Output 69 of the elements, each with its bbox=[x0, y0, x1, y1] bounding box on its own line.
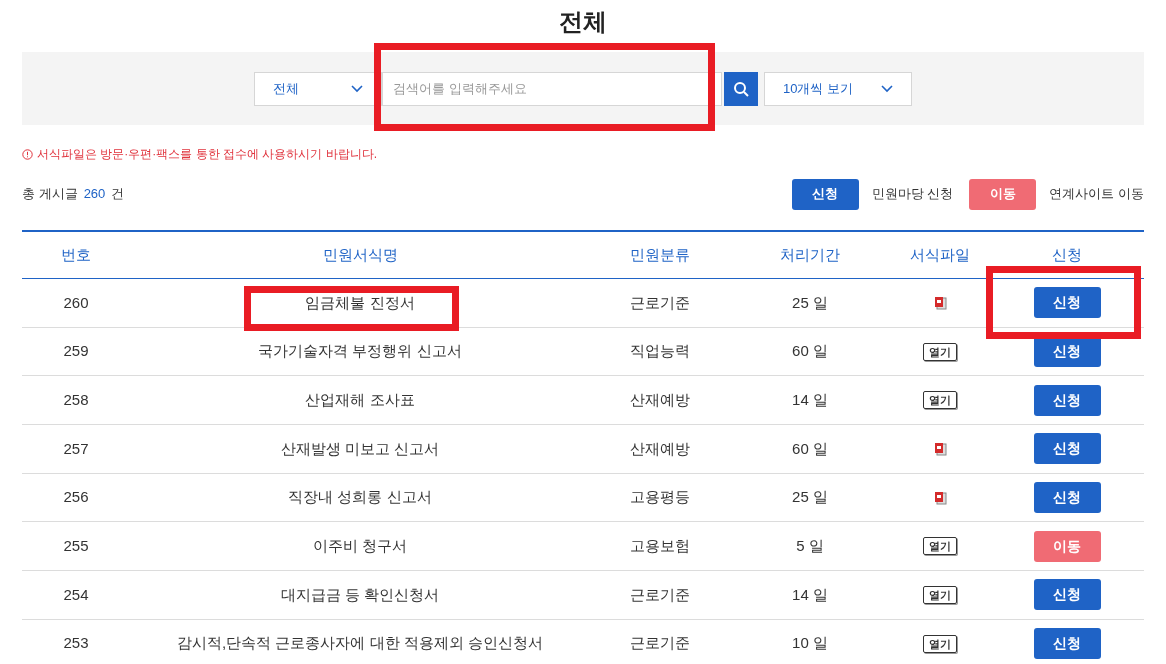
form-name-link[interactable]: 임금체불 진정서 bbox=[305, 293, 415, 311]
open-file-button[interactable]: 열기 bbox=[923, 342, 957, 361]
total-unit: 건 bbox=[111, 185, 125, 204]
category-select[interactable]: 전체 bbox=[254, 71, 382, 106]
number-cell: 254 bbox=[63, 585, 89, 603]
page-title: 전체 bbox=[559, 7, 607, 37]
search-button[interactable] bbox=[724, 71, 758, 106]
total-label: 총 게시글 bbox=[22, 185, 78, 204]
form-name-link[interactable]: 국가기술자격 부정행위 신고서 bbox=[258, 342, 462, 360]
document-file-icon[interactable] bbox=[933, 490, 947, 505]
category-cell: 고용평등 bbox=[630, 488, 690, 506]
action-button[interactable]: 신청 bbox=[1033, 482, 1101, 514]
category-cell: 산재예방 bbox=[630, 390, 690, 408]
number-cell: 259 bbox=[63, 342, 89, 360]
number-cell: 256 bbox=[63, 488, 89, 506]
open-file-button[interactable]: 열기 bbox=[923, 634, 957, 653]
page-size-select[interactable]: 10개씩 보기 bbox=[764, 71, 912, 106]
period-cell: 5 일 bbox=[796, 537, 824, 555]
action-button[interactable]: 신청 bbox=[1033, 287, 1101, 319]
search-field[interactable]: 검색어를 입력해주세요 bbox=[382, 71, 722, 106]
action-button[interactable]: 신청 bbox=[1033, 384, 1101, 416]
column-header: 서식파일 bbox=[910, 246, 970, 263]
chevron-down-icon bbox=[351, 84, 363, 93]
number-cell: 255 bbox=[63, 537, 89, 555]
period-cell: 25 일 bbox=[792, 488, 828, 506]
category-cell: 직업능력 bbox=[630, 342, 690, 360]
notice-text: 서식파일은 방문·우편·팩스를 통한 접수에 사용하시기 바랍니다. bbox=[37, 146, 377, 163]
document-file-icon[interactable] bbox=[933, 295, 947, 310]
column-header: 신청 bbox=[1052, 246, 1082, 263]
form-name-link[interactable]: 대지급금 등 확인신청서 bbox=[280, 585, 440, 603]
period-cell: 14 일 bbox=[792, 390, 828, 408]
form-name-link[interactable]: 직장내 성희롱 신고서 bbox=[288, 488, 432, 506]
column-header: 처리기간 bbox=[780, 246, 840, 263]
column-header: 민원분류 bbox=[630, 246, 690, 263]
number-cell: 257 bbox=[63, 439, 89, 457]
period-cell: 25 일 bbox=[792, 293, 828, 311]
action-button[interactable]: 신청 bbox=[1033, 579, 1101, 611]
chevron-down-icon bbox=[881, 84, 893, 93]
form-name-link[interactable]: 이주비 청구서 bbox=[312, 537, 408, 555]
column-header: 민원서식명 bbox=[322, 246, 398, 263]
action-button[interactable]: 신청 bbox=[1033, 433, 1101, 465]
category-cell: 근로기준 bbox=[630, 293, 690, 311]
open-file-button[interactable]: 열기 bbox=[923, 537, 957, 556]
number-cell: 253 bbox=[63, 634, 89, 652]
form-name-link[interactable]: 산업재해 조사표 bbox=[305, 390, 415, 408]
number-cell: 260 bbox=[63, 293, 89, 311]
category-cell: 근로기준 bbox=[630, 634, 690, 652]
legend-badge: 신청 bbox=[791, 178, 859, 210]
open-file-button[interactable]: 열기 bbox=[923, 391, 957, 410]
column-header: 번호 bbox=[61, 246, 91, 263]
document-file-icon[interactable] bbox=[933, 441, 947, 456]
period-cell: 60 일 bbox=[792, 439, 828, 457]
category-cell: 고용보험 bbox=[630, 537, 690, 555]
number-cell: 258 bbox=[63, 390, 89, 408]
legend-badge: 이동 bbox=[969, 178, 1037, 210]
open-file-button[interactable]: 열기 bbox=[923, 585, 957, 604]
category-cell: 근로기준 bbox=[630, 585, 690, 603]
category-cell: 산재예방 bbox=[630, 439, 690, 457]
form-name-link[interactable]: 감시적,단속적 근로종사자에 대한 적용제외 승인신청서 bbox=[177, 634, 543, 652]
period-cell: 10 일 bbox=[792, 634, 828, 652]
total-count: 260 bbox=[83, 185, 106, 204]
form-name-link[interactable]: 산재발생 미보고 신고서 bbox=[280, 439, 440, 457]
period-cell: 14 일 bbox=[792, 585, 828, 603]
period-cell: 60 일 bbox=[792, 342, 828, 360]
action-button[interactable]: 신청 bbox=[1033, 628, 1101, 660]
info-icon bbox=[22, 148, 33, 160]
search-icon bbox=[733, 80, 749, 97]
legend-text: 연계사이트 이동 bbox=[1049, 185, 1144, 204]
legend-text: 민원마당 신청 bbox=[871, 185, 954, 204]
